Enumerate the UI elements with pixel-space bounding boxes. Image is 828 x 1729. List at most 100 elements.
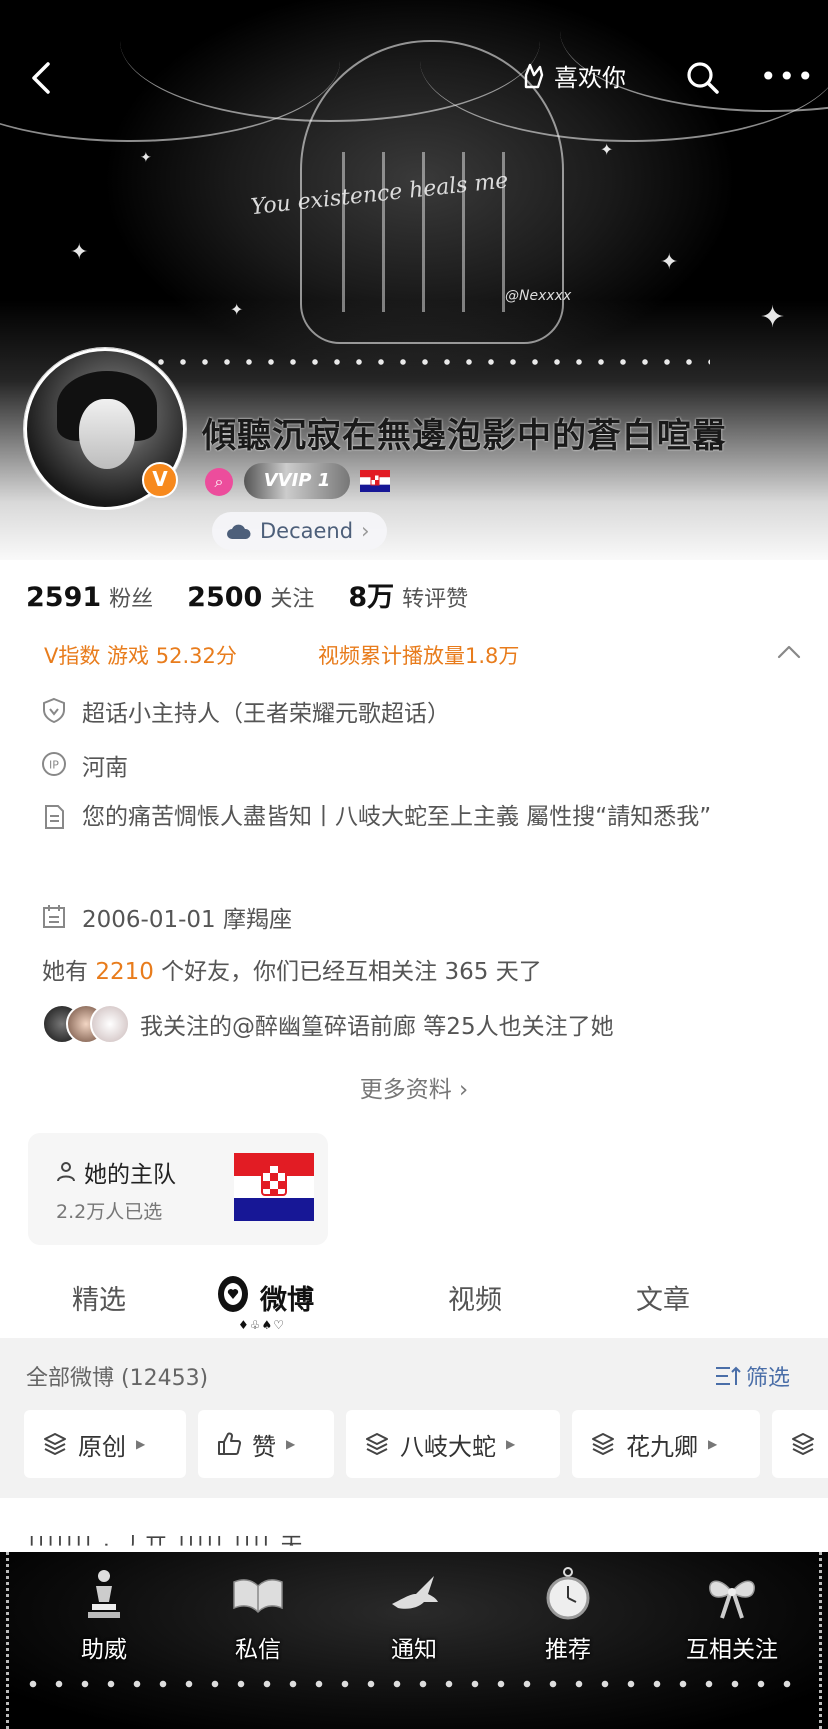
filter-icon (716, 1366, 741, 1385)
more-icon[interactable]: ••• (760, 60, 816, 93)
followers-count[interactable]: 2591 (26, 582, 101, 613)
recommend-button[interactable]: 推荐 (508, 1564, 628, 1664)
birthday-row: 2006-01-01 摩羯座 (40, 900, 292, 934)
video-plays[interactable]: 视频累计播放量1.8万 (318, 640, 519, 670)
croatia-flag-icon (234, 1153, 314, 1221)
decaend-link[interactable]: Decaend › (212, 512, 388, 550)
mutual-avatars (42, 1004, 130, 1044)
profile-stats: 2591 粉丝 2500 关注 8万 转评赞 (26, 575, 502, 614)
ip-icon: IP (42, 752, 66, 776)
v-index[interactable]: V指数 游戏 52.32分 (44, 640, 237, 670)
chevron-up-icon[interactable] (776, 642, 802, 662)
chip-label: 原创 (78, 1432, 126, 1461)
tab-video[interactable]: 视频 (448, 1278, 502, 1317)
ip-row: IP 河南 (40, 748, 128, 782)
chip-label: 花九卿 (626, 1432, 698, 1461)
sparkle-icon: ✦ (600, 140, 614, 159)
friends-count[interactable]: 2210 (95, 959, 154, 985)
following-label[interactable]: 关注 (270, 581, 314, 613)
chevron-right-icon: › (459, 1077, 469, 1103)
followers-label[interactable]: 粉丝 (109, 581, 153, 613)
mutual-follow-text: 我关注的@醉幽篁碎语前廊 等25人也关注了她 (140, 1014, 614, 1040)
sparkle-icon: ✦ (70, 240, 89, 265)
message-button[interactable]: 私信 (198, 1564, 318, 1664)
more-info-label: 更多资料 (359, 1077, 452, 1103)
bottom-nav-label: 助威 (81, 1637, 127, 1663)
birthday-text: 2006-01-01 摩羯座 (82, 907, 292, 933)
bottom-nav-label: 互相关注 (686, 1637, 778, 1663)
team-icon (57, 1162, 75, 1182)
chip-huajiuqing[interactable]: 花九卿 ▶ (572, 1410, 760, 1478)
avatar (90, 1004, 130, 1044)
profile-name: 傾聽沉寂在無邊泡影中的蒼白喧囂 (202, 416, 727, 456)
friends-prefix: 她有 (42, 959, 96, 985)
team-title-text: 她的主队 (84, 1162, 176, 1188)
layers-icon (44, 1433, 66, 1455)
friends-info[interactable]: 她有 2210 个好友，你们已经互相关注 365 天了 (42, 952, 542, 986)
filter-button[interactable]: 筛选 (714, 1360, 790, 1392)
cheer-button[interactable]: 助威 (44, 1564, 164, 1664)
croatia-flag-icon (360, 470, 390, 492)
supertopic-text: 超话小主持人（王者荣耀元歌超话） (82, 701, 450, 727)
thumbs-up-icon (218, 1432, 242, 1455)
chess-pawn-icon (88, 1570, 120, 1618)
filter-label: 筛选 (746, 1366, 791, 1391)
search-icon[interactable] (685, 60, 721, 96)
bio-row: 您的痛苦惆悵人盡皆知丨八岐大蛇至上主義 屬性搜“請知悉我” (40, 794, 780, 840)
like-button[interactable]: 喜欢你 (518, 58, 626, 93)
chip-liked[interactable]: 赞 ▶ (198, 1410, 334, 1478)
vip-badge[interactable]: VVIP 1 (244, 463, 350, 499)
calendar-icon (43, 905, 65, 928)
chevron-right-icon: › (361, 519, 370, 543)
interactions-label: 转评赞 (402, 587, 469, 612)
layers-icon (592, 1433, 614, 1455)
cloud-icon (227, 524, 251, 539)
feed-count: 全部微博 (12453) (26, 1366, 209, 1391)
notification-button[interactable]: 通知 (354, 1564, 474, 1664)
heart-hand-icon (524, 63, 544, 88)
triangle-right-icon: ▶ (136, 1437, 146, 1451)
mutual-follow-button[interactable]: 互相关注 (662, 1564, 802, 1664)
open-book-icon (233, 1579, 283, 1614)
chip-label: 八岐大蛇 (400, 1432, 496, 1461)
bottom-action-bar: 助威 私信 通知 推荐 互相关注 (0, 1552, 828, 1729)
following-count[interactable]: 2500 (187, 582, 262, 613)
tab-featured[interactable]: 精选 (72, 1278, 126, 1317)
tab-articles[interactable]: 文章 (636, 1278, 690, 1317)
chip-label: 赞 (252, 1432, 276, 1461)
more-info-link[interactable]: 更多资料 › (0, 1070, 828, 1104)
search-tag-icon[interactable]: ⌕ (205, 468, 233, 496)
supertopic-row[interactable]: 超话小主持人（王者荣耀元歌超话） (40, 694, 450, 728)
sparkle-icon: ✦ (140, 150, 152, 166)
home-team-card[interactable]: 她的主队 2.2万人已选 (28, 1133, 328, 1245)
tab-decoration-icon (218, 1276, 248, 1312)
friends-suffix: 个好友，你们已经互相关注 365 天了 (153, 959, 542, 985)
dove-icon (392, 1576, 438, 1609)
bottom-nav-label: 推荐 (545, 1637, 591, 1663)
bow-icon (709, 1580, 755, 1619)
layers-icon (792, 1433, 814, 1455)
interactions-count: 8万 (348, 582, 395, 613)
triangle-right-icon: ▶ (506, 1437, 516, 1451)
tab-active-indicator: ♦♧♠♡ (238, 1318, 286, 1332)
chip-yamata[interactable]: 八岐大蛇 ▶ (346, 1410, 560, 1478)
document-icon (45, 805, 64, 829)
mutual-follow-row[interactable]: 我关注的@醉幽篁碎语前廊 等25人也关注了她 (42, 1004, 614, 1044)
verified-badge: V (142, 462, 178, 498)
chip-more[interactable] (772, 1410, 828, 1478)
ip-location-text: 河南 (82, 755, 128, 781)
like-label: 喜欢你 (554, 64, 626, 92)
bottom-nav-label: 通知 (391, 1637, 437, 1663)
tab-weibo[interactable]: 微博 (260, 1278, 314, 1317)
decaend-label: Decaend (260, 519, 354, 543)
chip-original[interactable]: 原创 ▶ (24, 1410, 186, 1478)
layers-icon (366, 1433, 388, 1455)
bio-text: 您的痛苦惆悵人盡皆知丨八岐大蛇至上主義 屬性搜“請知悉我” (82, 804, 712, 830)
team-subtitle: 2.2万人已选 (56, 1201, 163, 1223)
svg-text:IP: IP (49, 759, 59, 772)
shield-icon (43, 697, 65, 724)
triangle-right-icon: ▶ (708, 1437, 718, 1451)
back-arrow-icon[interactable] (22, 58, 62, 98)
bottom-nav-label: 私信 (235, 1637, 281, 1663)
pocket-watch-icon (546, 1567, 590, 1620)
